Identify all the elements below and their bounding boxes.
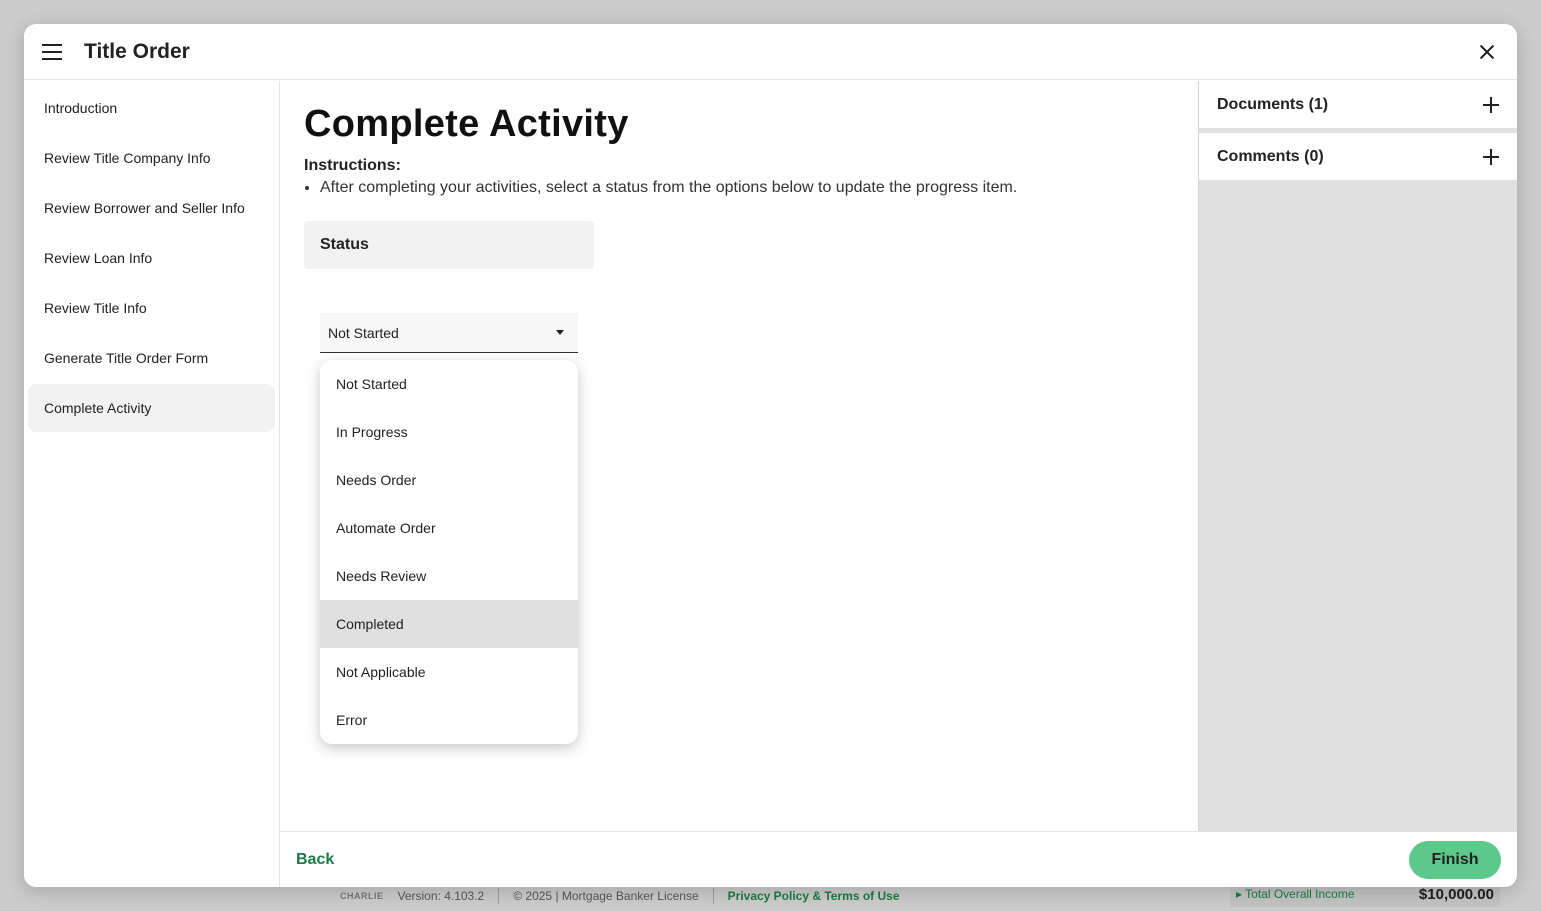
main-content: Complete Activity Instructions: After co… xyxy=(280,81,1198,831)
status-option-automate-order[interactable]: Automate Order xyxy=(320,504,578,552)
finish-button[interactable]: Finish xyxy=(1409,840,1501,879)
sidebar-item-review-title-company-info[interactable]: Review Title Company Info xyxy=(28,134,275,182)
comments-row[interactable]: Comments (0) xyxy=(1199,133,1517,180)
documents-label: Documents (1) xyxy=(1217,95,1329,113)
close-icon[interactable] xyxy=(1475,40,1499,64)
sidebar-item-generate-title-order-form[interactable]: Generate Title Order Form xyxy=(28,334,275,382)
sidebar-item-introduction[interactable]: Introduction xyxy=(28,84,275,132)
menu-icon[interactable] xyxy=(42,43,62,60)
modal-header: Title Order xyxy=(24,24,1517,80)
right-panel: Documents (1) Comments (0) xyxy=(1198,81,1517,831)
instructions-list: After completing your activities, select… xyxy=(304,179,1174,197)
footer-divider xyxy=(498,888,500,904)
title-order-modal: Title Order Introduction Review Title Co… xyxy=(24,24,1517,887)
modal-footer: Back Finish xyxy=(280,831,1517,887)
privacy-link[interactable]: Privacy Policy & Terms of Use xyxy=(728,889,900,903)
status-select[interactable]: Not Started xyxy=(320,313,578,353)
chevron-down-icon xyxy=(556,330,564,335)
status-option-in-progress[interactable]: In Progress xyxy=(320,408,578,456)
status-section-header: Status xyxy=(304,221,594,269)
step-sidebar: Introduction Review Title Company Info R… xyxy=(24,81,280,887)
comments-label: Comments (0) xyxy=(1217,147,1324,165)
back-button[interactable]: Back xyxy=(296,851,334,869)
add-document-icon[interactable] xyxy=(1483,96,1499,113)
status-option-not-applicable[interactable]: Not Applicable xyxy=(320,648,578,696)
status-option-error[interactable]: Error xyxy=(320,696,578,744)
footer-logo: CHARLIE xyxy=(340,891,384,901)
add-comment-icon[interactable] xyxy=(1483,148,1499,165)
copyright-text: © 2025 | Mortgage Banker License xyxy=(513,889,699,903)
sidebar-item-complete-activity[interactable]: Complete Activity xyxy=(28,384,275,432)
instructions-label: Instructions: xyxy=(304,157,401,174)
version-text: Version: 4.103.2 xyxy=(397,889,485,903)
status-option-completed[interactable]: Completed xyxy=(320,600,578,648)
total-income-label[interactable]: ▸ Total Overall Income xyxy=(1236,887,1355,901)
total-income-value: $10,000.00 xyxy=(1418,885,1494,903)
modal-title: Title Order xyxy=(84,39,190,63)
sidebar-item-review-title-info[interactable]: Review Title Info xyxy=(28,284,275,332)
page-title: Complete Activity xyxy=(304,103,629,145)
status-option-needs-review[interactable]: Needs Review xyxy=(320,552,578,600)
instruction-item: After completing your activities, select… xyxy=(320,179,1174,197)
sidebar-item-review-loan-info[interactable]: Review Loan Info xyxy=(28,234,275,282)
status-option-needs-order[interactable]: Needs Order xyxy=(320,456,578,504)
status-select-value: Not Started xyxy=(328,324,399,341)
footer-divider xyxy=(712,888,714,904)
status-dropdown-menu: Not Started In Progress Needs Order Auto… xyxy=(320,360,578,744)
documents-row[interactable]: Documents (1) xyxy=(1199,81,1517,128)
sidebar-item-review-borrower-seller-info[interactable]: Review Borrower and Seller Info xyxy=(28,184,275,232)
status-option-not-started[interactable]: Not Started xyxy=(320,360,578,408)
